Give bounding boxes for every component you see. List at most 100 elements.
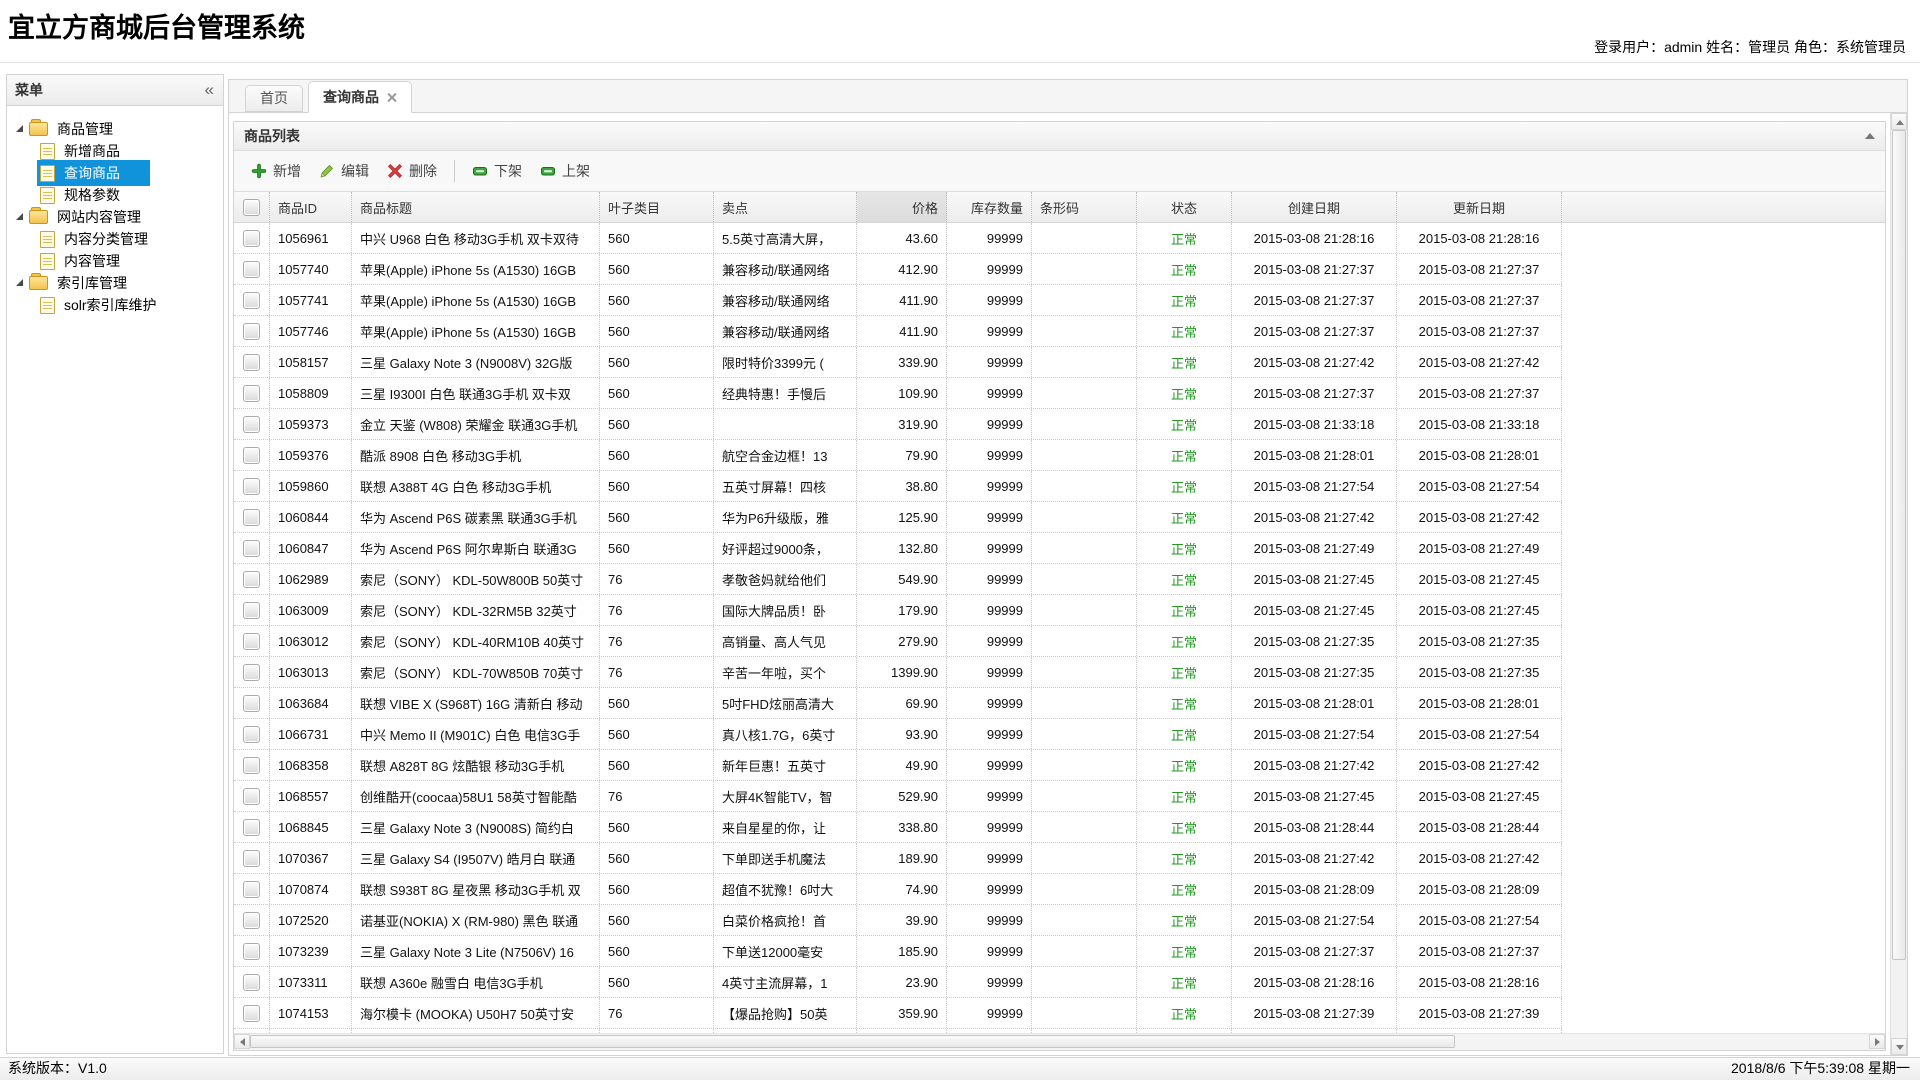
row-checkbox[interactable] [243,757,260,774]
vertical-scrollbar-thumb[interactable] [1892,130,1906,960]
table-row[interactable]: 1062989索尼（SONY） KDL-50W800B 50英寸76孝敬爸妈就给… [234,564,1562,595]
row-checkbox[interactable] [243,292,260,309]
tree-node[interactable]: solr索引库维护 [37,292,187,318]
column-header-created[interactable]: 创建日期 [1232,192,1397,222]
edit-button[interactable]: 编辑 [310,157,378,185]
table-row[interactable]: 1060847华为 Ascend P6S 阿尔卑斯白 联通3G560好评超过90… [234,533,1562,564]
column-header-status[interactable]: 状态 [1137,192,1232,222]
table-row[interactable]: 1059373金立 天鉴 (W808) 荣耀金 联通3G手机560319.909… [234,409,1562,440]
column-header-title[interactable]: 商品标题 [352,192,600,222]
expander-icon[interactable] [16,125,23,132]
table-row[interactable]: 1066731中兴 Memo II (M901C) 白色 电信3G手560真八核… [234,719,1562,750]
row-checkbox[interactable] [243,602,260,619]
table-row[interactable]: 1059376酷派 8908 白色 移动3G手机560航空合金边框！1379.9… [234,440,1562,471]
horizontal-scrollbar-thumb[interactable] [250,1035,1455,1048]
table-row[interactable]: 1058157三星 Galaxy Note 3 (N9008V) 32G版560… [234,347,1562,378]
table-row[interactable]: 1060844华为 Ascend P6S 碳素黑 联通3G手机560华为P6升级… [234,502,1562,533]
app-header: 宜立方商城后台管理系统 登录用户：admin 姓名：管理员 角色：系统管理员 [0,0,1920,62]
column-header-id[interactable]: 商品ID [270,192,352,222]
column-header-barcode[interactable]: 条形码 [1032,192,1137,222]
cell-stock: 99999 [947,502,1032,532]
table-row[interactable]: 1068845三星 Galaxy Note 3 (N9008S) 简约白560来… [234,812,1562,843]
tab-home[interactable]: 首页 [245,85,303,112]
expander-icon[interactable] [16,279,23,286]
row-checkbox[interactable] [243,416,260,433]
row-checkbox[interactable] [243,788,260,805]
table-row[interactable]: 1063012索尼（SONY） KDL-40RM10B 40英寸76高销量、高人… [234,626,1562,657]
column-header-updated[interactable]: 更新日期 [1397,192,1562,222]
collapse-panel-icon[interactable] [1865,133,1875,139]
column-header-stock[interactable]: 库存数量 [947,192,1032,222]
tab-bar: 首页 查询商品 [228,79,1908,113]
table-row[interactable]: 1070874联想 S938T 8G 星夜黑 移动3G手机 双560超值不犹豫！… [234,874,1562,905]
row-checkbox[interactable] [243,323,260,340]
table-row[interactable]: 1063684联想 VIBE X (S968T) 16G 清新白 移动5605吋… [234,688,1562,719]
collapse-sidebar-icon[interactable]: « [205,75,214,105]
table-row[interactable]: 1072520诺基亚(NOKIA) X (RM-980) 黑色 联通560白菜价… [234,905,1562,936]
scroll-up-icon[interactable] [1891,113,1907,130]
delete-button[interactable]: 删除 [378,157,446,185]
expander-icon[interactable] [16,213,23,220]
row-checkbox[interactable] [243,850,260,867]
table-row[interactable]: 1073311联想 A360e 融雪白 电信3G手机5604英寸主流屏幕，123… [234,967,1562,998]
scroll-down-icon[interactable] [1891,1038,1907,1055]
table-row[interactable]: 1057741苹果(Apple) iPhone 5s (A1530) 16GB5… [234,285,1562,316]
table-row[interactable]: 1058809三星 I9300I 白色 联通3G手机 双卡双560经典特惠！手慢… [234,378,1562,409]
add-button[interactable]: 新增 [242,157,310,185]
column-header-category[interactable]: 叶子类目 [600,192,714,222]
vertical-scrollbar[interactable] [1890,113,1907,1055]
row-checkbox[interactable] [243,540,260,557]
cell-stock: 99999 [947,316,1032,346]
column-header-sell_point[interactable]: 卖点 [714,192,857,222]
row-checkbox[interactable] [243,478,260,495]
row-checkbox[interactable] [243,385,260,402]
table-row[interactable]: 1056961中兴 U968 白色 移动3G手机 双卡双待5605.5英寸高清大… [234,223,1562,254]
off-shelf-button[interactable]: 下架 [463,157,531,185]
row-checkbox[interactable] [243,354,260,371]
table-row[interactable]: 1063013索尼（SONY） KDL-70W850B 70英寸76辛苦一年啦，… [234,657,1562,688]
table-row[interactable]: 1063009索尼（SONY） KDL-32RM5B 32英寸76国际大牌品质！… [234,595,1562,626]
row-checkbox[interactable] [243,261,260,278]
table-row[interactable]: 1068557创维酷开(coocaa)58U1 58英寸智能酷76大屏4K智能T… [234,781,1562,812]
cell-title: 三星 Galaxy Note 3 (N9008S) 简约白 [352,812,600,842]
row-checkbox[interactable] [243,943,260,960]
cell-sell_point: 限时特价3399元 ( [714,347,857,377]
scroll-left-icon[interactable] [234,1034,250,1049]
horizontal-scrollbar[interactable] [234,1033,1885,1050]
row-checkbox[interactable] [243,726,260,743]
row-checkbox[interactable] [243,912,260,929]
row-checkbox[interactable] [243,695,260,712]
row-select-cell [234,254,270,284]
row-checkbox[interactable] [243,974,260,991]
folder-icon [29,276,48,290]
cell-stock: 99999 [947,967,1032,997]
row-checkbox[interactable] [243,633,260,650]
table-row[interactable]: 1059860联想 A388T 4G 白色 移动3G手机560五英寸屏幕！四核3… [234,471,1562,502]
table-row[interactable]: 1057740苹果(Apple) iPhone 5s (A1530) 16GB5… [234,254,1562,285]
column-header-price[interactable]: 价格 [857,192,947,222]
row-checkbox[interactable] [243,230,260,247]
on-shelf-button[interactable]: 上架 [531,157,599,185]
close-icon[interactable] [386,92,397,103]
cell-title: 苹果(Apple) iPhone 5s (A1530) 16GB [352,285,600,315]
row-checkbox[interactable] [243,1005,260,1022]
cell-price: 74.90 [857,874,947,904]
table-row[interactable]: 1068358联想 A828T 8G 炫酷银 移动3G手机560新年巨惠！五英寸… [234,750,1562,781]
clock-text: 2018/8/6 下午5:39:08 星期一 [1731,1058,1910,1079]
tab-query-products[interactable]: 查询商品 [308,81,412,113]
table-row[interactable]: 1070367三星 Galaxy S4 (I9507V) 皓月白 联通560下单… [234,843,1562,874]
row-checkbox[interactable] [243,664,260,681]
row-checkbox[interactable] [243,447,260,464]
table-row[interactable]: 1057746苹果(Apple) iPhone 5s (A1530) 16GB5… [234,316,1562,347]
table-row[interactable]: 1073239三星 Galaxy Note 3 Lite (N7506V) 16… [234,936,1562,967]
scroll-right-icon[interactable] [1869,1034,1885,1049]
table-row[interactable]: 1074153海尔模卡 (MOOKA) U50H7 50英寸安76【爆品抢购】5… [234,998,1562,1029]
row-checkbox[interactable] [243,571,260,588]
cell-title: 联想 A360e 融雪白 电信3G手机 [352,967,600,997]
cell-stock: 99999 [947,905,1032,935]
cell-category: 560 [600,223,714,253]
row-checkbox[interactable] [243,819,260,836]
select-all-checkbox[interactable] [243,199,260,216]
row-checkbox[interactable] [243,509,260,526]
row-checkbox[interactable] [243,881,260,898]
